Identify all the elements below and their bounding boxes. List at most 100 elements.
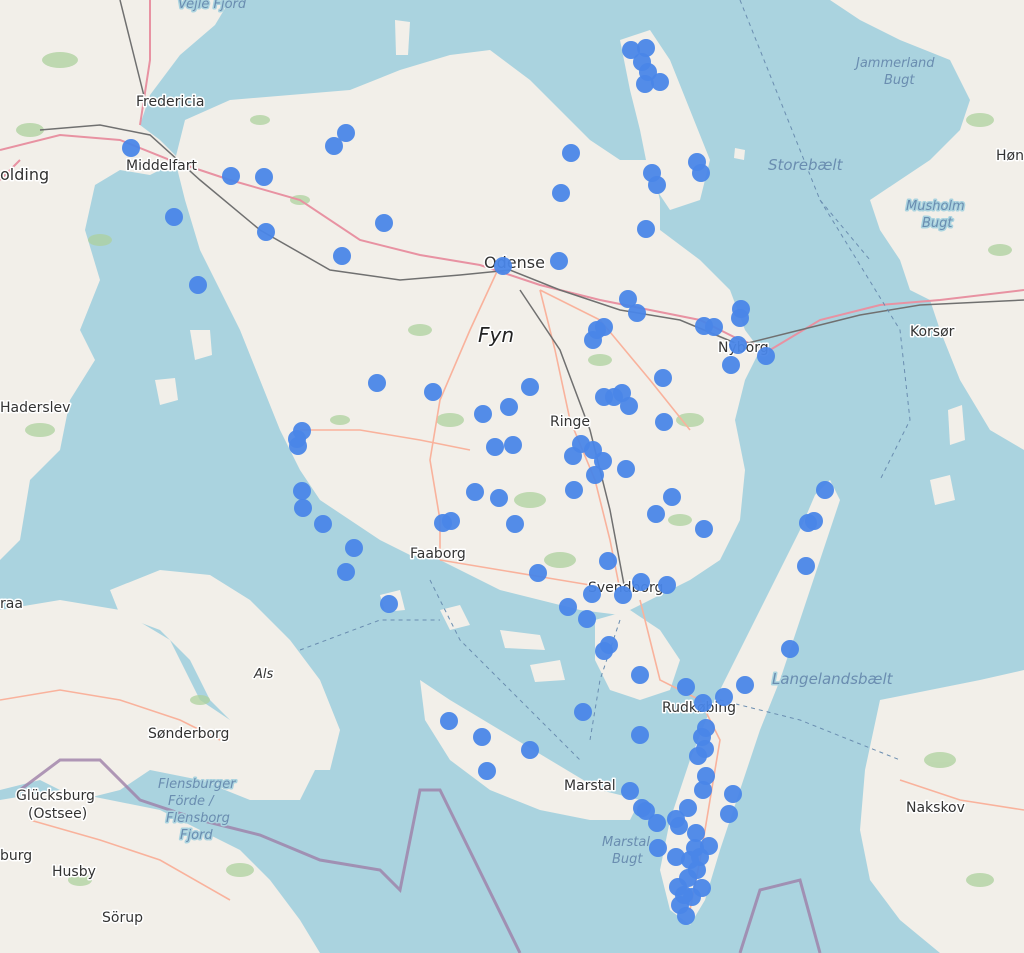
label-jammerland-1: Jammerland	[853, 56, 935, 71]
map-marker[interactable]	[722, 356, 740, 374]
map-marker[interactable]	[521, 741, 539, 759]
map-marker[interactable]	[614, 586, 632, 604]
map-marker[interactable]	[293, 482, 311, 500]
map-marker[interactable]	[599, 552, 617, 570]
label-haderslev: Haderslev	[0, 400, 70, 416]
map-svg[interactable]: Vejle Fjord Fredericia Middelfart olding…	[0, 0, 1024, 953]
map-marker[interactable]	[628, 304, 646, 322]
map-marker[interactable]	[583, 585, 601, 603]
map-marker[interactable]	[562, 144, 580, 162]
map-marker[interactable]	[705, 318, 723, 336]
map-marker[interactable]	[620, 397, 638, 415]
map-marker[interactable]	[337, 563, 355, 581]
map-marker[interactable]	[521, 378, 539, 396]
map-marker[interactable]	[658, 576, 676, 594]
label-langelandsbaelt: Langelandsbælt	[772, 670, 894, 688]
map-marker[interactable]	[595, 318, 613, 336]
map-marker[interactable]	[289, 437, 307, 455]
map-marker[interactable]	[724, 785, 742, 803]
map-marker[interactable]	[578, 610, 596, 628]
map-marker[interactable]	[564, 447, 582, 465]
map-marker[interactable]	[637, 220, 655, 238]
map-marker[interactable]	[440, 712, 458, 730]
map-marker[interactable]	[486, 438, 504, 456]
map-marker[interactable]	[688, 861, 706, 879]
map-marker[interactable]	[257, 223, 275, 241]
map-marker[interactable]	[345, 539, 363, 557]
map-marker[interactable]	[649, 839, 667, 857]
map-marker[interactable]	[255, 168, 273, 186]
map-marker[interactable]	[473, 728, 491, 746]
map-marker[interactable]	[122, 139, 140, 157]
map-marker[interactable]	[375, 214, 393, 232]
map-marker[interactable]	[651, 73, 669, 91]
map-marker[interactable]	[529, 564, 547, 582]
map-marker[interactable]	[565, 481, 583, 499]
map-marker[interactable]	[504, 436, 522, 454]
map-marker[interactable]	[617, 460, 635, 478]
map-marker[interactable]	[424, 383, 442, 401]
map-marker[interactable]	[490, 489, 508, 507]
label-vejle-fjord: Vejle Fjord	[178, 0, 247, 12]
map-marker[interactable]	[631, 666, 649, 684]
map-marker[interactable]	[677, 907, 695, 925]
map-marker[interactable]	[648, 814, 666, 832]
map-marker[interactable]	[574, 703, 592, 721]
map-marker[interactable]	[695, 520, 713, 538]
map-marker[interactable]	[677, 678, 695, 696]
map-canvas[interactable]: Vejle Fjord Fredericia Middelfart olding…	[0, 0, 1024, 953]
map-marker[interactable]	[294, 499, 312, 517]
map-marker[interactable]	[380, 595, 398, 613]
map-marker[interactable]	[550, 252, 568, 270]
label-glucksburg-2: (Ostsee)	[28, 806, 87, 822]
map-marker[interactable]	[692, 164, 710, 182]
map-marker[interactable]	[731, 309, 749, 327]
map-marker[interactable]	[559, 598, 577, 616]
label-jammerland-2: Bugt	[884, 73, 915, 88]
map-marker[interactable]	[478, 762, 496, 780]
map-marker[interactable]	[368, 374, 386, 392]
map-marker[interactable]	[442, 512, 460, 530]
label-marstal: Marstal	[564, 778, 616, 794]
map-marker[interactable]	[655, 413, 673, 431]
map-marker[interactable]	[729, 336, 747, 354]
map-marker[interactable]	[586, 466, 604, 484]
map-marker[interactable]	[781, 640, 799, 658]
label-faaborg: Faaborg	[410, 546, 466, 562]
map-marker[interactable]	[474, 405, 492, 423]
map-marker[interactable]	[679, 799, 697, 817]
map-marker[interactable]	[621, 782, 639, 800]
map-marker[interactable]	[632, 573, 650, 591]
map-marker[interactable]	[715, 688, 733, 706]
map-marker[interactable]	[663, 488, 681, 506]
map-marker[interactable]	[797, 557, 815, 575]
map-marker[interactable]	[506, 515, 524, 533]
map-marker[interactable]	[694, 781, 712, 799]
map-marker[interactable]	[694, 694, 712, 712]
map-marker[interactable]	[689, 747, 707, 765]
map-marker[interactable]	[736, 676, 754, 694]
map-marker[interactable]	[552, 184, 570, 202]
map-marker[interactable]	[189, 276, 207, 294]
map-marker[interactable]	[222, 167, 240, 185]
map-marker[interactable]	[805, 512, 823, 530]
map-marker[interactable]	[500, 398, 518, 416]
map-marker[interactable]	[333, 247, 351, 265]
map-marker[interactable]	[165, 208, 183, 226]
map-marker[interactable]	[466, 483, 484, 501]
map-marker[interactable]	[647, 505, 665, 523]
map-marker[interactable]	[720, 805, 738, 823]
map-marker[interactable]	[337, 124, 355, 142]
map-marker[interactable]	[631, 726, 649, 744]
map-marker[interactable]	[648, 176, 666, 194]
map-marker[interactable]	[595, 642, 613, 660]
label-als: Als	[253, 667, 274, 682]
map-marker[interactable]	[675, 886, 693, 904]
map-marker[interactable]	[670, 817, 688, 835]
map-marker[interactable]	[654, 369, 672, 387]
map-marker[interactable]	[314, 515, 332, 533]
map-marker[interactable]	[816, 481, 834, 499]
label-husby: Husby	[52, 864, 96, 880]
map-marker[interactable]	[494, 257, 512, 275]
map-marker[interactable]	[757, 347, 775, 365]
